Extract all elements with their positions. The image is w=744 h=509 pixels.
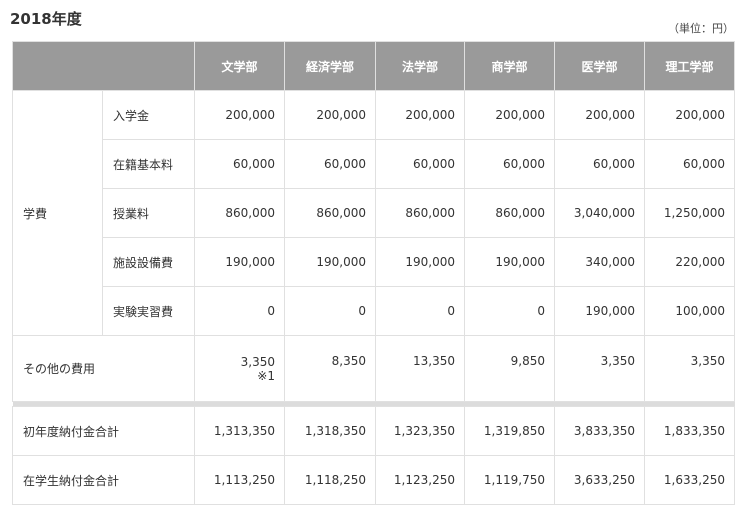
- group-label: 学費: [12, 90, 103, 336]
- cell: 200,000: [644, 90, 735, 140]
- column-header: 法学部: [375, 41, 465, 91]
- row-label: 入学金: [102, 90, 195, 140]
- cell: 860,000: [194, 188, 285, 238]
- cell: 0: [194, 286, 285, 336]
- cell: 1,123,250: [375, 455, 465, 505]
- table-row: 在学生納付金合計 1,113,250 1,118,250 1,123,250 1…: [12, 455, 735, 505]
- row-label: 授業料: [102, 188, 195, 238]
- cell: 60,000: [194, 139, 285, 189]
- cell: 200,000: [375, 90, 465, 140]
- cell: 13,350: [375, 335, 465, 402]
- cell-value: 3,350: [240, 354, 275, 369]
- table-row: 施設設備費 190,000 190,000 190,000 190,000 34…: [13, 237, 735, 287]
- cell: 1,313,350: [194, 406, 285, 456]
- cell: 60,000: [464, 139, 555, 189]
- column-header: 商学部: [464, 41, 555, 91]
- header-row: 文学部 経済学部 法学部 商学部 医学部 理工学部: [12, 41, 735, 91]
- tuition-table: 文学部 経済学部 法学部 商学部 医学部 理工学部 学費 入学金 200,000…: [12, 41, 735, 505]
- table-row: その他の費用 3,350 ※1 8,350 13,350 9,850 3,350…: [12, 335, 735, 402]
- row-label: 施設設備費: [102, 237, 195, 287]
- cell: 60,000: [284, 139, 376, 189]
- page-title: 2018年度: [10, 10, 82, 28]
- cell: 100,000: [644, 286, 735, 336]
- cell: 1,323,350: [375, 406, 465, 456]
- cell: 8,350: [284, 335, 376, 402]
- table-row: 学費 入学金 200,000 200,000 200,000 200,000 2…: [12, 90, 735, 336]
- cell: 3,633,250: [554, 455, 645, 505]
- cell: 190,000: [284, 237, 376, 287]
- cell: 1,833,350: [644, 406, 735, 456]
- cell: 0: [375, 286, 465, 336]
- column-header: 文学部: [194, 41, 285, 91]
- cell: 860,000: [375, 188, 465, 238]
- row-label: 在学生納付金合計: [12, 455, 195, 505]
- row-label: その他の費用: [12, 335, 195, 402]
- header-blank: [12, 41, 195, 91]
- cell: 1,318,350: [284, 406, 376, 456]
- cell: 1,113,250: [194, 455, 285, 505]
- cell: 190,000: [194, 237, 285, 287]
- cell: 1,119,750: [464, 455, 555, 505]
- column-header: 経済学部: [284, 41, 376, 91]
- cell: 9,850: [464, 335, 555, 402]
- table-row: 初年度納付金合計 1,313,350 1,318,350 1,323,350 1…: [12, 406, 735, 456]
- column-header: 理工学部: [644, 41, 735, 91]
- table-row: 在籍基本料 60,000 60,000 60,000 60,000 60,000…: [13, 139, 735, 189]
- cell: 60,000: [375, 139, 465, 189]
- column-header: 医学部: [554, 41, 645, 91]
- cell: 0: [284, 286, 376, 336]
- cell: 3,833,350: [554, 406, 645, 456]
- cell: 1,633,250: [644, 455, 735, 505]
- cell: 1,319,850: [464, 406, 555, 456]
- footnote-mark: ※1: [257, 368, 275, 383]
- cell: 3,350: [554, 335, 645, 402]
- table-row: 実験実習費 0 0 0 0 190,000 100,000: [13, 286, 735, 336]
- cell: 200,000: [464, 90, 555, 140]
- cell: 1,118,250: [284, 455, 376, 505]
- unit-label: （単位：円）: [668, 22, 734, 35]
- table-row: 授業料 860,000 860,000 860,000 860,000 3,04…: [13, 188, 735, 238]
- cell: 60,000: [644, 139, 735, 189]
- cell: 220,000: [644, 237, 735, 287]
- cell: 340,000: [554, 237, 645, 287]
- cell: 190,000: [375, 237, 465, 287]
- row-label: 初年度納付金合計: [12, 406, 195, 456]
- cell: 190,000: [464, 237, 555, 287]
- cell: 200,000: [284, 90, 376, 140]
- cell: 200,000: [194, 90, 285, 140]
- cell: 3,350: [644, 335, 735, 402]
- row-label: 在籍基本料: [102, 139, 195, 189]
- cell: 0: [464, 286, 555, 336]
- cell: 860,000: [464, 188, 555, 238]
- cell: 3,350 ※1: [194, 335, 285, 402]
- row-label: 実験実習費: [102, 286, 195, 336]
- cell: 1,250,000: [644, 188, 735, 238]
- cell: 200,000: [554, 90, 645, 140]
- cell: 3,040,000: [554, 188, 645, 238]
- cell: 860,000: [284, 188, 376, 238]
- cell: 190,000: [554, 286, 645, 336]
- cell: 60,000: [554, 139, 645, 189]
